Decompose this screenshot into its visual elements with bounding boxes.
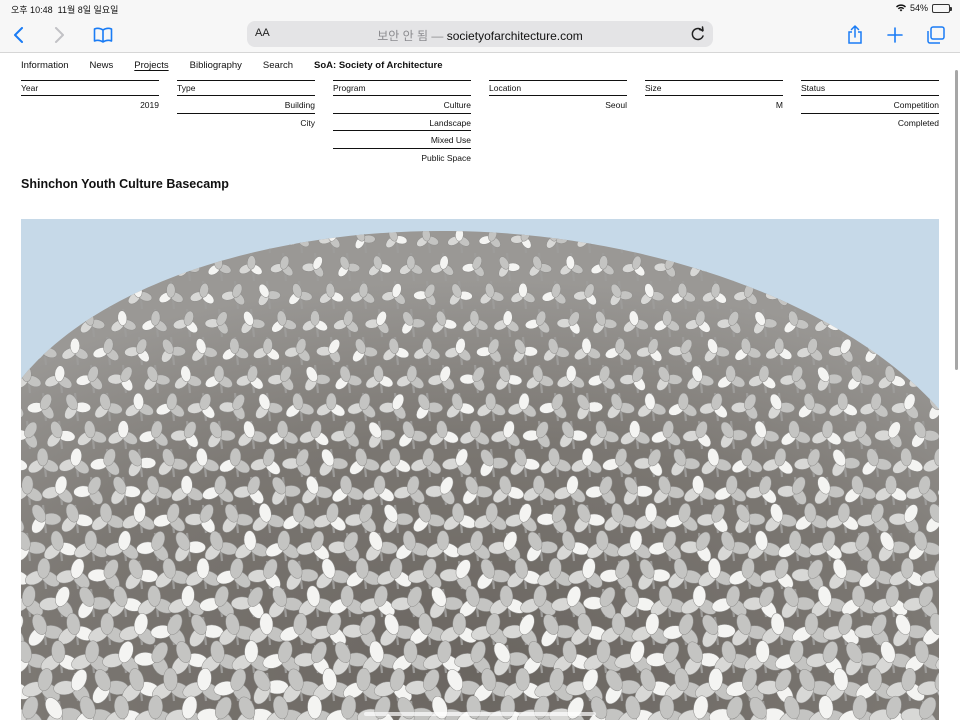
filter-value[interactable]: Building	[177, 96, 315, 114]
wifi-icon	[895, 4, 906, 12]
nav-bibliography[interactable]: Bibliography	[190, 60, 242, 74]
filter-year: Year 2019	[21, 80, 159, 114]
battery-icon	[932, 3, 952, 13]
filter-header[interactable]: Status	[801, 80, 939, 96]
filter-header[interactable]: Year	[21, 80, 159, 96]
reload-icon[interactable]	[689, 25, 707, 43]
filter-value[interactable]: Landscape	[333, 114, 471, 131]
project-hero-image[interactable]	[21, 219, 939, 720]
filter-header[interactable]: Size	[645, 80, 783, 96]
url-domain: societyofarchitecture.com	[446, 29, 583, 43]
filter-status: Status Competition Completed	[801, 80, 939, 131]
filter-header[interactable]: Program	[333, 80, 471, 96]
filter-value[interactable]: City	[177, 114, 315, 132]
nav-information[interactable]: Information	[21, 60, 69, 74]
battery-percent: 54%	[909, 3, 928, 13]
nav-news[interactable]: News	[90, 60, 114, 74]
url-display[interactable]: 보안 안 됨 — societyofarchitecture.com	[247, 27, 713, 44]
scroll-indicator[interactable]	[955, 70, 958, 370]
back-button[interactable]	[8, 24, 30, 46]
share-icon	[848, 25, 862, 44]
filter-program: Program Culture Landscape Mixed Use Publ…	[333, 80, 471, 166]
status-time: 오후 10:48 11월 8일 일요일	[11, 3, 118, 16]
filter-location: Location Seoul	[489, 80, 627, 114]
filter-value[interactable]: Mixed Use	[333, 131, 471, 149]
book-icon	[93, 27, 113, 43]
site-brand[interactable]: SoA: Society of Architecture	[314, 60, 442, 74]
new-tab-button[interactable]	[884, 24, 906, 46]
filter-header[interactable]: Location	[489, 80, 627, 96]
dome-facade-image	[21, 219, 939, 720]
address-bar[interactable]: AA 보안 안 됨 — societyofarchitecture.com	[247, 21, 713, 47]
filter-value[interactable]: Culture	[333, 96, 471, 114]
filter-value[interactable]: Completed	[801, 114, 939, 132]
filter-type: Type Building City	[177, 80, 315, 131]
tab-overview-button[interactable]	[925, 24, 947, 46]
filter-value[interactable]: Public Space	[333, 149, 471, 167]
chevron-left-icon	[14, 27, 23, 43]
filter-value[interactable]: 2019	[21, 96, 159, 114]
clock-text: 오후 10:48	[11, 5, 53, 15]
insecure-label: 보안 안 됨 —	[377, 29, 444, 43]
tabs-icon	[927, 26, 945, 44]
bookmarks-button[interactable]	[92, 24, 114, 46]
filter-size: Size M	[645, 80, 783, 114]
project-title: Shinchon Youth Culture Basecamp	[21, 177, 229, 191]
chevron-right-icon	[55, 27, 64, 43]
status-bar: 오후 10:48 11월 8일 일요일 54%	[0, 0, 960, 18]
nav-projects[interactable]: Projects	[134, 60, 168, 74]
filter-value[interactable]: Seoul	[489, 96, 627, 114]
filter-value[interactable]: Competition	[801, 96, 939, 114]
filter-value[interactable]: M	[645, 96, 783, 114]
forward-button[interactable]	[48, 24, 70, 46]
filter-header[interactable]: Type	[177, 80, 315, 96]
share-button[interactable]	[844, 24, 866, 46]
status-right: 54%	[895, 3, 952, 13]
date-text: 11월 8일 일요일	[57, 5, 119, 15]
plus-icon	[887, 27, 903, 43]
site-nav: Information News Projects Bibliography S…	[21, 60, 463, 74]
browser-toolbar: AA 보안 안 됨 — societyofarchitecture.com	[0, 18, 960, 53]
nav-search[interactable]: Search	[263, 60, 293, 74]
home-indicator[interactable]	[364, 712, 596, 716]
